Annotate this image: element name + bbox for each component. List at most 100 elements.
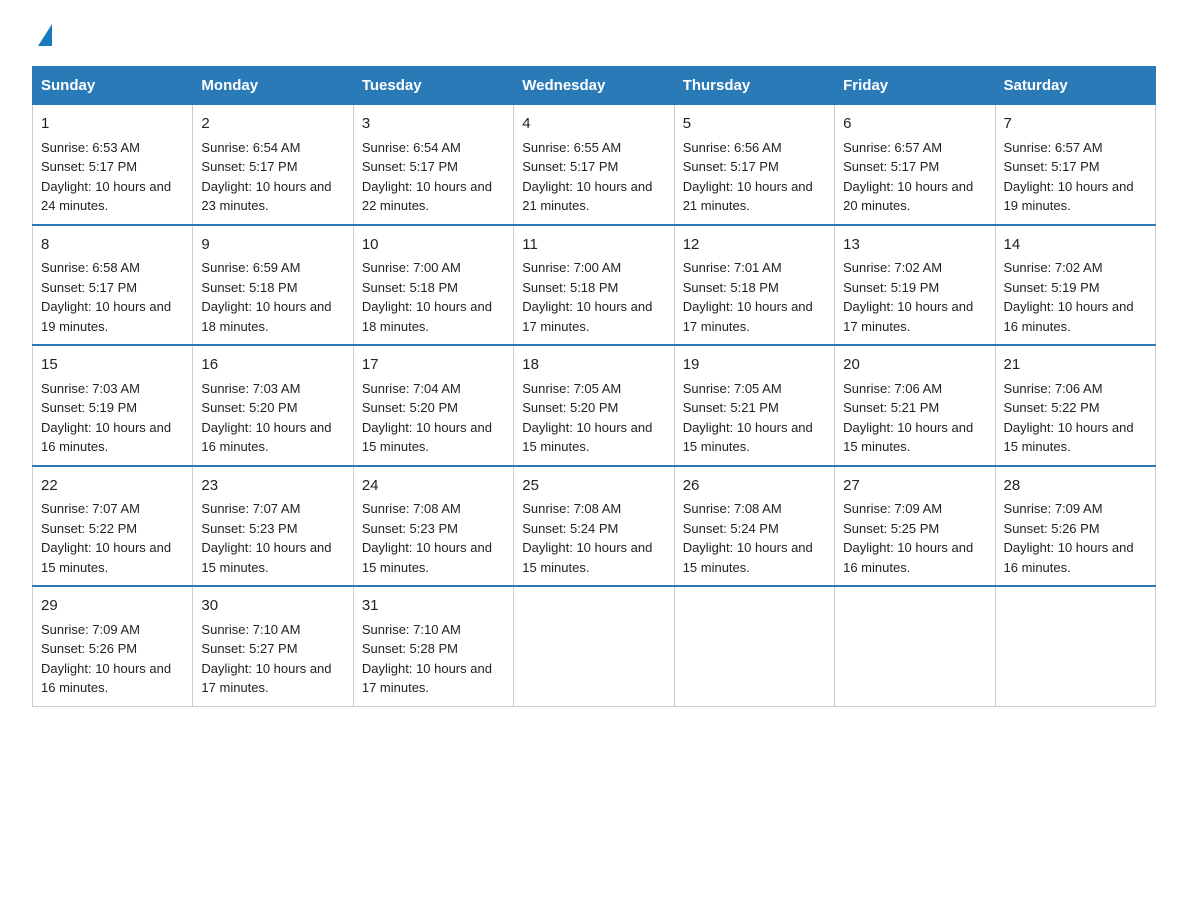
day-number: 31 (362, 595, 505, 618)
calendar-row-5: 29 Sunrise: 7:09 AM Sunset: 5:26 PM Dayligh… (33, 586, 1156, 706)
sunrise-text: Sunrise: 6:54 AM (201, 140, 300, 155)
day-number: 23 (201, 475, 344, 498)
daylight-text: Daylight: 10 hours and 17 minutes. (843, 299, 973, 334)
sunrise-text: Sunrise: 7:07 AM (201, 501, 300, 516)
calendar-cell (995, 586, 1155, 706)
calendar-table: Sunday Monday Tuesday Wednesday Thursday… (32, 66, 1156, 707)
sunrise-text: Sunrise: 6:55 AM (522, 140, 621, 155)
calendar-cell: 12Sunrise: 7:01 AMSunset: 5:18 PMDayligh… (674, 225, 834, 346)
sunrise-text: Sunrise: 7:10 AM (362, 622, 461, 637)
calendar-row-2: 8 Sunrise: 6:58 AM Sunset: 5:17 PM Daylight… (33, 225, 1156, 346)
calendar-header: Sunday Monday Tuesday Wednesday Thursday… (33, 67, 1156, 105)
daylight-text: Daylight: 10 hours and 23 minutes. (201, 179, 331, 214)
sunset-text: Sunset: 5:17 PM (522, 159, 618, 174)
day-number: 15 (41, 354, 184, 377)
sunset-text: Sunset: 5:17 PM (41, 159, 137, 174)
daylight-text: Daylight: 10 hours and 15 minutes. (522, 540, 652, 575)
sunset-text: Sunset: 5:19 PM (843, 280, 939, 295)
calendar-cell: 9Sunrise: 6:59 AMSunset: 5:18 PMDaylight… (193, 225, 353, 346)
sunrise-text: Sunrise: 7:03 AM (41, 381, 140, 396)
logo-blue-text (32, 24, 52, 46)
calendar-cell: 6Sunrise: 6:57 AMSunset: 5:17 PMDaylight… (835, 105, 995, 225)
calendar-cell: 16Sunrise: 7:03 AMSunset: 5:20 PMDayligh… (193, 345, 353, 466)
calendar-cell: 11Sunrise: 7:00 AMSunset: 5:18 PMDayligh… (514, 225, 674, 346)
sunrise-text: Sunrise: 7:02 AM (843, 260, 942, 275)
header-tuesday: Tuesday (353, 67, 513, 105)
sunset-text: Sunset: 5:17 PM (41, 280, 137, 295)
sunset-text: Sunset: 5:23 PM (201, 521, 297, 536)
sunset-text: Sunset: 5:17 PM (362, 159, 458, 174)
sunrise-text: Sunrise: 7:09 AM (843, 501, 942, 516)
day-number: 27 (843, 475, 986, 498)
daylight-text: Daylight: 10 hours and 16 minutes. (41, 420, 171, 455)
sunrise-text: Sunrise: 7:09 AM (41, 622, 140, 637)
header-thursday: Thursday (674, 67, 834, 105)
calendar-cell: 21Sunrise: 7:06 AMSunset: 5:22 PMDayligh… (995, 345, 1155, 466)
sunset-text: Sunset: 5:20 PM (362, 400, 458, 415)
sunrise-text: Sunrise: 7:08 AM (522, 501, 621, 516)
day-number: 22 (41, 475, 184, 498)
sunrise-text: Sunrise: 6:56 AM (683, 140, 782, 155)
calendar-cell: 18Sunrise: 7:05 AMSunset: 5:20 PMDayligh… (514, 345, 674, 466)
calendar-cell: 7Sunrise: 6:57 AMSunset: 5:17 PMDaylight… (995, 105, 1155, 225)
daylight-text: Daylight: 10 hours and 19 minutes. (41, 299, 171, 334)
calendar-cell: 5Sunrise: 6:56 AMSunset: 5:17 PMDaylight… (674, 105, 834, 225)
sunset-text: Sunset: 5:19 PM (1004, 280, 1100, 295)
sunrise-text: Sunrise: 7:06 AM (1004, 381, 1103, 396)
sunrise-text: Sunrise: 7:00 AM (362, 260, 461, 275)
day-number: 29 (41, 595, 184, 618)
sunrise-text: Sunrise: 7:05 AM (683, 381, 782, 396)
sunrise-text: Sunrise: 7:02 AM (1004, 260, 1103, 275)
sunset-text: Sunset: 5:23 PM (362, 521, 458, 536)
daylight-text: Daylight: 10 hours and 15 minutes. (362, 420, 492, 455)
sunset-text: Sunset: 5:26 PM (1004, 521, 1100, 536)
calendar-cell: 3Sunrise: 6:54 AMSunset: 5:17 PMDaylight… (353, 105, 513, 225)
day-number: 9 (201, 234, 344, 257)
calendar-cell: 24Sunrise: 7:08 AMSunset: 5:23 PMDayligh… (353, 466, 513, 587)
sunset-text: Sunset: 5:17 PM (683, 159, 779, 174)
daylight-text: Daylight: 10 hours and 16 minutes. (1004, 540, 1134, 575)
day-number: 10 (362, 234, 505, 257)
calendar-cell: 31Sunrise: 7:10 AMSunset: 5:28 PMDayligh… (353, 586, 513, 706)
day-number: 14 (1004, 234, 1147, 257)
calendar-cell: 13Sunrise: 7:02 AMSunset: 5:19 PMDayligh… (835, 225, 995, 346)
sunrise-text: Sunrise: 6:53 AM (41, 140, 140, 155)
calendar-cell: 28Sunrise: 7:09 AMSunset: 5:26 PMDayligh… (995, 466, 1155, 587)
logo (32, 24, 52, 46)
sunset-text: Sunset: 5:18 PM (522, 280, 618, 295)
calendar-body: 1Sunrise: 6:53 AMSunset: 5:17 PMDaylight… (33, 105, 1156, 707)
calendar-cell (514, 586, 674, 706)
daylight-text: Daylight: 10 hours and 18 minutes. (201, 299, 331, 334)
calendar-cell: 22Sunrise: 7:07 AMSunset: 5:22 PMDayligh… (33, 466, 193, 587)
sunset-text: Sunset: 5:21 PM (843, 400, 939, 415)
sunset-text: Sunset: 5:18 PM (201, 280, 297, 295)
calendar-row-3: 15Sunrise: 7:03 AMSunset: 5:19 PMDayligh… (33, 345, 1156, 466)
calendar-cell: 19Sunrise: 7:05 AMSunset: 5:21 PMDayligh… (674, 345, 834, 466)
sunset-text: Sunset: 5:28 PM (362, 641, 458, 656)
day-number: 20 (843, 354, 986, 377)
calendar-cell (835, 586, 995, 706)
sunset-text: Sunset: 5:18 PM (362, 280, 458, 295)
day-number: 2 (201, 113, 344, 136)
daylight-text: Daylight: 10 hours and 20 minutes. (843, 179, 973, 214)
day-number: 16 (201, 354, 344, 377)
daylight-text: Daylight: 10 hours and 15 minutes. (1004, 420, 1134, 455)
daylight-text: Daylight: 10 hours and 15 minutes. (843, 420, 973, 455)
sunrise-text: Sunrise: 7:05 AM (522, 381, 621, 396)
sunrise-text: Sunrise: 7:01 AM (683, 260, 782, 275)
daylight-text: Daylight: 10 hours and 15 minutes. (683, 420, 813, 455)
sunrise-text: Sunrise: 6:58 AM (41, 260, 140, 275)
calendar-cell: 27Sunrise: 7:09 AMSunset: 5:25 PMDayligh… (835, 466, 995, 587)
daylight-text: Daylight: 10 hours and 19 minutes. (1004, 179, 1134, 214)
calendar-cell: 10Sunrise: 7:00 AMSunset: 5:18 PMDayligh… (353, 225, 513, 346)
sunset-text: Sunset: 5:24 PM (522, 521, 618, 536)
sunset-text: Sunset: 5:26 PM (41, 641, 137, 656)
day-number: 25 (522, 475, 665, 498)
calendar-cell: 8 Sunrise: 6:58 AM Sunset: 5:17 PM Daylight… (33, 225, 193, 346)
daylight-text: Daylight: 10 hours and 15 minutes. (522, 420, 652, 455)
sunset-text: Sunset: 5:21 PM (683, 400, 779, 415)
day-number: 8 (41, 234, 184, 257)
calendar-cell (674, 586, 834, 706)
daylight-text: Daylight: 10 hours and 16 minutes. (1004, 299, 1134, 334)
daylight-text: Daylight: 10 hours and 17 minutes. (201, 661, 331, 696)
